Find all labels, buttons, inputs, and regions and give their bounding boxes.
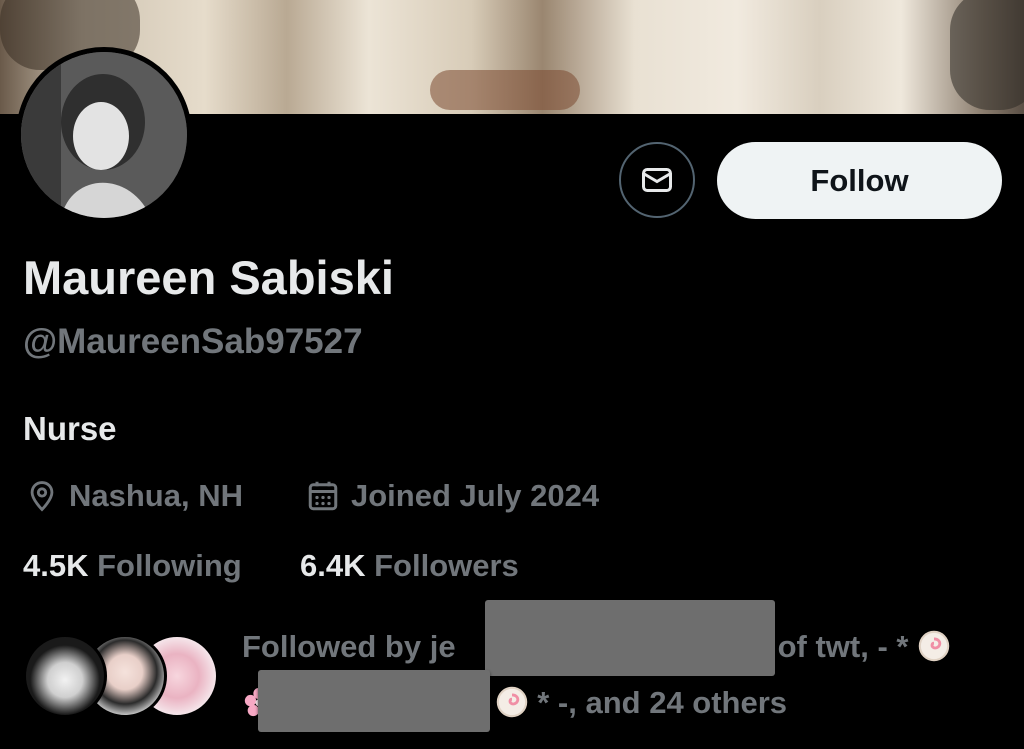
user-handle: @MaureenSab97527: [23, 322, 363, 361]
location-text: Nashua, NH: [69, 478, 243, 513]
location-pin-icon: [30, 481, 54, 512]
followed-by-prefix: Followed by je: [242, 629, 456, 664]
profile-location: Nashua, NH: [25, 476, 243, 516]
following-label: Following: [97, 548, 242, 583]
avatar-portrait-icon: [21, 52, 187, 218]
following-count: 4.5K: [23, 548, 89, 583]
display-name: Maureen Sabiski: [23, 251, 394, 304]
followed-by-suffix: * -, and 24 others: [537, 685, 788, 720]
profile-avatar[interactable]: [16, 47, 192, 223]
profile-bio: Nurse: [23, 410, 117, 447]
profile-joined-date: Joined July 2024: [305, 476, 599, 516]
follow-button[interactable]: Follow: [717, 142, 1002, 219]
followed-by-avatars[interactable]: [23, 634, 219, 720]
calendar-icon: [308, 481, 338, 511]
banner-shade: [430, 70, 580, 110]
followed-by-middle: of twt, - *: [777, 629, 909, 664]
fishcake-emoji-icon: [495, 684, 529, 734]
following-link[interactable]: 4.5K Following: [23, 548, 242, 584]
joined-text: Joined July 2024: [351, 478, 600, 513]
followers-label: Followers: [374, 548, 519, 583]
message-button[interactable]: [619, 142, 695, 218]
avatar-photo: [21, 52, 187, 218]
banner-shade: [950, 0, 1024, 110]
fishcake-emoji-icon: [917, 628, 951, 678]
followers-link[interactable]: 6.4K Followers: [300, 548, 519, 584]
redaction-box: [485, 600, 775, 676]
redaction-box: [258, 670, 490, 732]
mail-icon: [642, 168, 672, 192]
followers-count: 6.4K: [300, 548, 366, 583]
avatar: [23, 634, 107, 718]
